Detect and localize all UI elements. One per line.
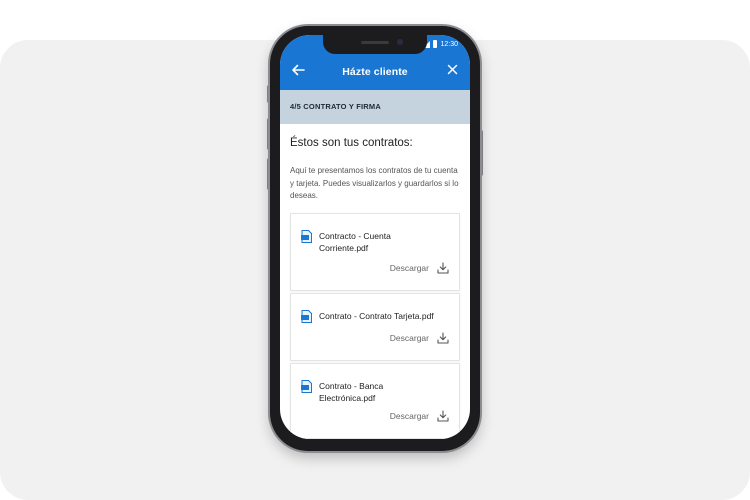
speaker-grille: [361, 41, 389, 44]
phone-screen: 12:30 Házte cliente 4/5 CONTRATO Y FIRMA…: [280, 35, 470, 439]
download-icon: [437, 332, 449, 344]
document-name[interactable]: Contracto - Cuenta Corriente.pdf: [319, 230, 439, 254]
contracts-description: Aquí te presentamos los contratos de tu …: [290, 166, 459, 200]
download-button[interactable]: Descargar: [390, 410, 449, 422]
document-name[interactable]: Contrato - Banca Electrónica.pdf: [319, 380, 439, 404]
document-card[interactable]: Contrato - Contrato Tarjeta.pdf Descarga…: [290, 293, 460, 361]
download-label: Descargar: [389, 263, 429, 273]
phone-notch: [323, 35, 427, 54]
download-label: Descargar: [389, 411, 429, 421]
app-title: Házte cliente: [342, 66, 408, 78]
close-icon[interactable]: [447, 64, 458, 75]
document-card[interactable]: Contracto - Cuenta Corriente.pdf Descarg…: [290, 213, 460, 291]
front-camera: [397, 39, 403, 45]
download-button[interactable]: Descargar: [390, 332, 449, 344]
status-time: 12:30: [440, 40, 458, 48]
status-bar: 12:30: [423, 40, 458, 48]
contracts-heading: Éstos son tus contratos:: [290, 137, 413, 149]
battery-icon: [433, 40, 438, 48]
download-button[interactable]: Descargar: [390, 262, 449, 274]
document-card[interactable]: Contrato - Banca Electrónica.pdf Descarg…: [290, 363, 460, 439]
download-icon: [437, 262, 449, 274]
pdf-file-icon: [301, 230, 312, 243]
document-name[interactable]: Contrato - Contrato Tarjeta.pdf: [319, 310, 439, 322]
pdf-file-icon: [301, 310, 312, 323]
pdf-file-icon: [301, 380, 312, 393]
download-label: Descargar: [389, 333, 429, 343]
step-indicator: 4/5 CONTRATO Y FIRMA: [280, 90, 470, 124]
download-icon: [437, 410, 449, 422]
